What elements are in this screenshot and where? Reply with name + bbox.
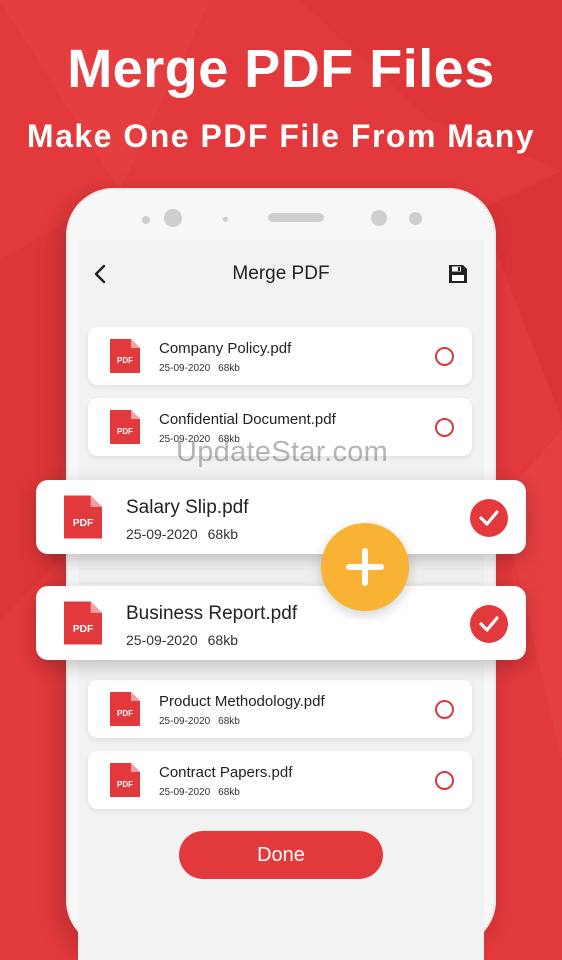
svg-text:PDF: PDF: [117, 780, 133, 789]
svg-text:PDF: PDF: [117, 709, 133, 718]
file-meta: 25-09-2020 68kb: [126, 526, 238, 542]
check-icon: [479, 616, 499, 632]
svg-text:PDF: PDF: [117, 356, 133, 365]
file-date: 25-09-2020: [159, 363, 211, 374]
promo-headline: Merge PDF Files: [67, 39, 495, 99]
back-button[interactable]: [86, 260, 114, 288]
pdf-file-icon: PDF: [64, 495, 102, 539]
select-radio[interactable]: [435, 700, 454, 719]
file-card-product-methodology[interactable]: PDF Product Methodology.pdf 25-09-2020 68…: [88, 680, 472, 738]
file-meta: 25-09-2020 68kb: [159, 716, 240, 727]
file-meta: 25-09-2020 68kb: [126, 632, 238, 648]
selected-check-button[interactable]: [470, 605, 508, 643]
check-icon: [479, 510, 499, 526]
file-size: 68kb: [218, 363, 240, 374]
file-name: Salary Slip.pdf: [126, 497, 249, 518]
phone-sensor-left: [142, 216, 150, 224]
page-title: Merge PDF: [232, 263, 330, 284]
file-meta: 25-09-2020 68kb: [159, 363, 240, 374]
file-date: 25-09-2020: [159, 787, 211, 798]
pdf-file-icon: PDF: [110, 763, 140, 797]
file-name: Company Policy.pdf: [159, 340, 292, 357]
file-date: 25-09-2020: [126, 632, 198, 648]
file-size: 68kb: [218, 716, 240, 727]
file-card-company-policy[interactable]: PDF Company Policy.pdf 25-09-2020 68kb: [88, 327, 472, 385]
svg-text:PDF: PDF: [117, 427, 133, 436]
chevron-left-icon: [94, 264, 106, 284]
file-meta: 25-09-2020 68kb: [159, 787, 240, 798]
file-card-business-report[interactable]: PDF Business Report.pdf 25-09-2020 68kb: [36, 586, 526, 660]
select-radio[interactable]: [435, 347, 454, 366]
file-name: Business Report.pdf: [126, 603, 298, 624]
svg-text:PDF: PDF: [73, 624, 93, 635]
file-size: 68kb: [218, 787, 240, 798]
done-button[interactable]: Done: [179, 831, 383, 879]
plus-icon: [346, 548, 384, 586]
phone-camera: [164, 209, 182, 227]
pdf-file-icon: PDF: [64, 601, 102, 645]
floppy-save-icon: [449, 265, 467, 283]
file-date: 25-09-2020: [126, 526, 198, 542]
promo-subheadline: Make One PDF File From Many: [26, 118, 536, 154]
merge-plus-button[interactable]: [321, 523, 409, 611]
file-name: Contract Papers.pdf: [159, 764, 293, 781]
file-card-salary-slip[interactable]: PDF Salary Slip.pdf 25-09-2020 68kb: [36, 480, 526, 554]
save-button[interactable]: [444, 260, 472, 288]
select-radio[interactable]: [435, 418, 454, 437]
file-date: 25-09-2020: [159, 716, 211, 727]
phone-sensor-right: [371, 210, 387, 226]
pdf-file-icon: PDF: [110, 339, 140, 373]
selected-check-button[interactable]: [470, 499, 508, 537]
file-name: Product Methodology.pdf: [159, 693, 325, 710]
file-size: 68kb: [207, 526, 238, 542]
app-bar: Merge PDF: [78, 240, 484, 308]
select-radio[interactable]: [435, 771, 454, 790]
watermark-text: UpdateStar.com: [176, 436, 389, 468]
pdf-file-icon: PDF: [110, 410, 140, 444]
pdf-file-icon: PDF: [110, 692, 140, 726]
file-size: 68kb: [207, 632, 238, 648]
phone-sensor-dot: [223, 217, 228, 222]
phone-speaker: [268, 213, 324, 222]
file-name: Confidential Document.pdf: [159, 411, 336, 428]
file-card-contract-papers[interactable]: PDF Contract Papers.pdf 25-09-2020 68kb: [88, 751, 472, 809]
svg-text:PDF: PDF: [73, 518, 93, 529]
phone-sensor-right-2: [409, 212, 422, 225]
